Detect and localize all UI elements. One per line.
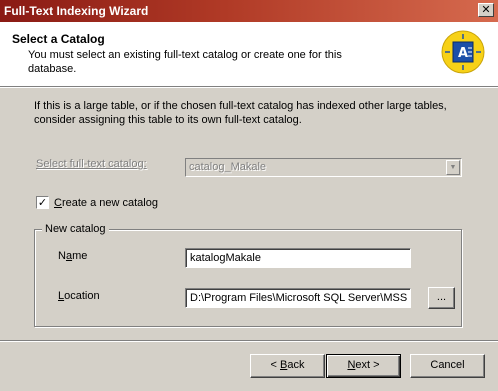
page-title: Select a Catalog [12,32,105,46]
select-catalog-dropdown[interactable]: catalog_Makale ▼ [185,158,462,177]
footer-separator [0,340,498,342]
new-catalog-group [34,229,462,327]
back-button[interactable]: < Back [250,354,325,378]
window-title: Full-Text Indexing Wizard [4,4,149,18]
cancel-button[interactable]: Cancel [410,354,485,378]
svg-text:A: A [458,46,468,61]
label-text: ocation [64,290,100,302]
name-label: Name [58,250,87,262]
new-catalog-group-label: New catalog [42,223,109,235]
create-new-catalog-checkbox[interactable]: ✓ [36,196,49,209]
close-button[interactable]: ✕ [478,3,494,17]
select-catalog-label: Select full-text catalog: [36,158,147,170]
browse-button[interactable]: ... [428,287,455,309]
wizard-catalog-icon: A [441,30,485,74]
page-subtitle: You must select an existing full-text ca… [28,49,342,75]
select-catalog-value: catalog_Makale [189,161,267,173]
create-new-catalog-label[interactable]: Create a new catalog [54,197,158,209]
label-text: N [58,250,66,262]
location-label: Location [58,290,100,302]
catalog-name-input[interactable]: katalogMakale [185,248,411,268]
catalog-location-input[interactable]: D:\Program Files\Microsoft SQL Server\MS… [185,288,411,308]
chevron-down-icon[interactable]: ▼ [446,160,460,175]
wizard-header: Select a Catalog You must select an exis… [0,22,498,86]
label-text: me [72,250,88,262]
label-text: ack [287,359,305,371]
title-bar[interactable]: Full-Text Indexing Wizard ✕ [0,0,498,22]
next-button[interactable]: Next > [326,354,401,378]
label-text: < [270,359,280,371]
header-separator [0,86,498,88]
info-text: If this is a large table, or if the chos… [34,100,447,126]
label-text: ext > [355,359,380,371]
mnemonic: C [54,197,62,209]
label-text: reate a new catalog [61,197,158,209]
